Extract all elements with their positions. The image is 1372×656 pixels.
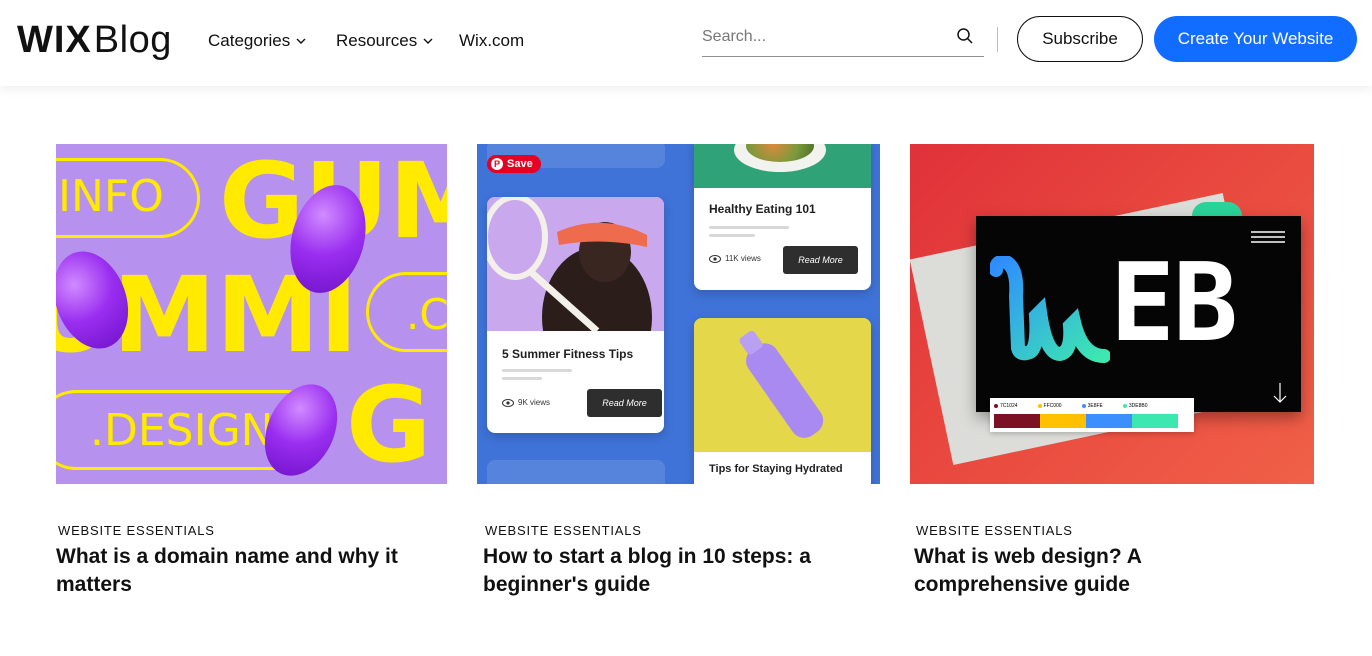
swatch-label: 3DE8B0: [1122, 403, 1148, 409]
create-website-button[interactable]: Create Your Website: [1154, 16, 1357, 62]
search-icon[interactable]: [956, 27, 974, 45]
article-category[interactable]: WEBSITE ESSENTIALS: [916, 523, 1073, 538]
tile-placeholder: [487, 460, 665, 484]
logo-blog-text: Blog: [93, 19, 172, 61]
color-swatch: [1086, 414, 1132, 428]
article-title[interactable]: How to start a blog in 10 steps: a begin…: [483, 543, 843, 599]
chevron-down-icon: [423, 38, 433, 44]
article-title[interactable]: What is a domain name and why it matters: [56, 543, 436, 599]
tile-views: 9K views: [502, 398, 550, 407]
art-word: EB: [1110, 241, 1238, 366]
article-card-web-design[interactable]: EB 7C1024 FFC000 3E8FE 3DE8B0 WEBSITE ES…: [910, 144, 1314, 596]
nav-wix-com-label: Wix.com: [459, 31, 525, 50]
nav-resources-label: Resources: [336, 31, 418, 50]
blog-post-tile: Tips for Staying Hydrated: [694, 318, 871, 484]
header-divider: [997, 27, 998, 52]
logo-wix-text: WIX: [17, 19, 92, 61]
article-thumbnail-blog-tiles[interactable]: P Save 5 Summer Fitness Tips 9K views Rea…: [477, 144, 880, 484]
nav-wix-com[interactable]: Wix.com: [459, 30, 524, 52]
views-count: 11K views: [725, 254, 761, 263]
menu-icon: [1251, 231, 1285, 243]
nav-resources[interactable]: Resources: [336, 30, 433, 52]
nav-categories-label: Categories: [208, 31, 291, 50]
wix-blog-logo[interactable]: WIXBlog: [17, 18, 172, 62]
article-thumbnail-web-design[interactable]: EB 7C1024 FFC000 3E8FE 3DE8B0: [910, 144, 1314, 484]
swatch-label: 7C1024: [994, 403, 1018, 409]
search-input[interactable]: [702, 22, 942, 52]
swatch-label: FFC000: [1037, 403, 1062, 409]
salad-bowl-image: [694, 144, 871, 188]
blog-post-tile: 5 Summer Fitness Tips 9K views Read More: [487, 197, 664, 433]
read-more-button: Read More: [783, 246, 858, 274]
article-title[interactable]: What is web design? A comprehensive guid…: [914, 543, 1274, 599]
article-thumbnail-gummy[interactable]: INFO GUM UMMI .C .DESIGN G: [56, 144, 447, 484]
article-card-domain-name[interactable]: INFO GUM UMMI .C .DESIGN G WEBSITE ESSEN…: [56, 144, 447, 596]
views-count: 9K views: [518, 398, 551, 407]
web-design-screen: EB 7C1024 FFC000 3E8FE 3DE8B0: [976, 216, 1301, 432]
subscribe-button[interactable]: Subscribe: [1017, 16, 1143, 62]
pinterest-save-button[interactable]: P Save: [487, 155, 541, 173]
text-line: [709, 226, 789, 229]
text-line: [502, 377, 542, 380]
save-label: Save: [507, 158, 533, 170]
article-category[interactable]: WEBSITE ESSENTIALS: [485, 523, 642, 538]
tile-title: Tips for Staying Hydrated: [709, 463, 843, 475]
w-letter-graphic: [990, 256, 1110, 363]
nav-categories[interactable]: Categories: [208, 30, 306, 52]
read-more-button: Read More: [587, 389, 662, 417]
color-swatch: [994, 414, 1040, 428]
color-swatch: [1040, 414, 1086, 428]
water-bottle-image: [694, 318, 871, 452]
site-header: WIXBlog Categories Resources Wix.com Sub…: [0, 0, 1372, 86]
article-category[interactable]: WEBSITE ESSENTIALS: [58, 523, 215, 538]
search-box: [702, 22, 984, 57]
chevron-down-icon: [296, 38, 306, 44]
color-swatch: [1132, 414, 1178, 428]
art-word: INFO: [58, 171, 164, 222]
color-palette: 7C1024 FFC000 3E8FE 3DE8B0: [990, 398, 1194, 432]
art-word: G: [346, 364, 432, 484]
pinterest-icon: P: [491, 158, 503, 170]
eye-icon: [709, 254, 721, 263]
art-word: .C: [406, 290, 447, 339]
tile-title: 5 Summer Fitness Tips: [502, 347, 634, 361]
eye-icon: [502, 398, 514, 407]
text-line: [709, 234, 755, 237]
art-word: .DESIGN: [90, 405, 274, 456]
tennis-player-image: [487, 197, 664, 331]
arrow-down-icon: [1273, 383, 1287, 403]
article-card-start-a-blog[interactable]: P Save 5 Summer Fitness Tips 9K views Rea…: [477, 144, 880, 596]
tile-views: 11K views: [709, 254, 761, 263]
text-line: [502, 369, 572, 372]
swatch-label: 3E8FE: [1081, 403, 1103, 409]
tile-title: Healthy Eating 101: [709, 202, 816, 216]
blog-post-tile: Healthy Eating 101 11K views Read More: [694, 144, 871, 290]
